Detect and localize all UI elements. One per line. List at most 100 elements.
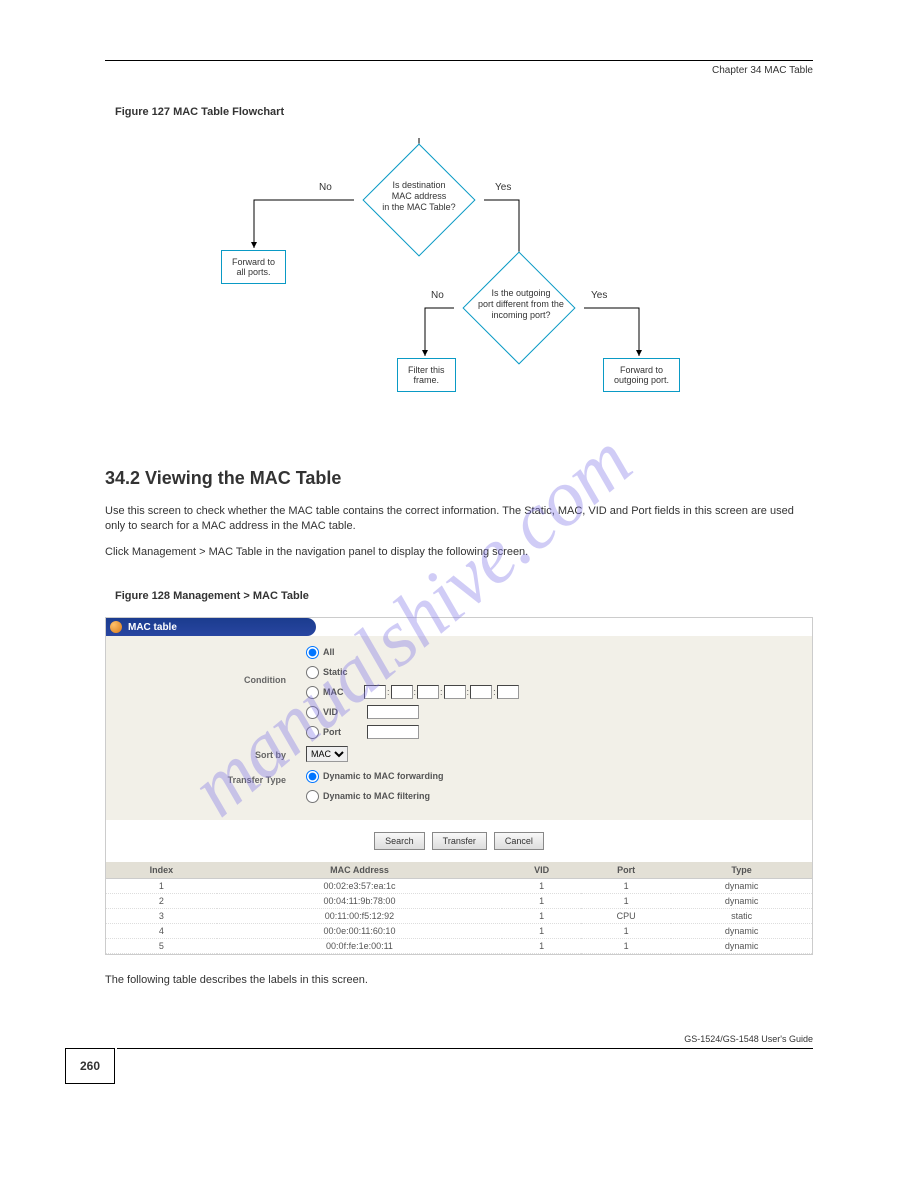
box-filter-text: Filter this frame.	[408, 365, 445, 385]
mac-table-screenshot: MAC table Condition All Static MAC :::::…	[105, 617, 813, 955]
mac-input-6[interactable]	[497, 685, 519, 699]
decision-1-label: Is destination MAC address in the MAC Ta…	[349, 180, 489, 212]
panel-title-bar: MAC table	[106, 618, 316, 636]
table-row: 200:04:11:9b:78:0011dynamic	[106, 894, 812, 909]
cell-port: 1	[581, 939, 671, 954]
yes-1-label: Yes	[495, 182, 511, 193]
radio-vid-label: VID	[323, 707, 363, 717]
flowchart: Is destination MAC address in the MAC Ta…	[199, 138, 719, 428]
mac-input-5[interactable]	[470, 685, 492, 699]
button-row: Search Transfer Cancel	[106, 832, 812, 850]
cell-mac: 00:11:00:f5:12:92	[217, 909, 502, 924]
following-text: The following table describes the labels…	[105, 973, 813, 988]
mac-input-2[interactable]	[391, 685, 413, 699]
body-para-2: Click Management > MAC Table in the navi…	[105, 545, 813, 560]
cell-type: dynamic	[671, 924, 812, 939]
radio-static[interactable]	[306, 666, 319, 679]
cell-index: 5	[106, 939, 217, 954]
cell-vid: 1	[502, 894, 581, 909]
table-row: 100:02:e3:57:ea:1c11dynamic	[106, 879, 812, 894]
cell-mac: 00:02:e3:57:ea:1c	[217, 879, 502, 894]
col-mac: MAC Address	[217, 862, 502, 879]
col-vid: VID	[502, 862, 581, 879]
row-transfer-type: Transfer Type Dynamic to MAC forwarding …	[106, 765, 812, 807]
cell-index: 2	[106, 894, 217, 909]
radio-all[interactable]	[306, 646, 319, 659]
opt-static[interactable]: Static	[306, 663, 812, 681]
mac-input-1[interactable]	[364, 685, 386, 699]
footer-text: GS-1524/GS-1548 User's Guide	[684, 1034, 813, 1044]
opt-dyn-flt[interactable]: Dynamic to MAC filtering	[306, 787, 812, 805]
cancel-button[interactable]: Cancel	[494, 832, 544, 850]
port-input[interactable]	[367, 725, 419, 739]
row-condition: Condition All Static MAC ::::: VID Port	[106, 641, 812, 743]
cell-port: 1	[581, 879, 671, 894]
table-header-row: Index MAC Address VID Port Type	[106, 862, 812, 879]
decision-2-label: Is the outgoing port different from the …	[451, 288, 591, 320]
cell-port: 1	[581, 924, 671, 939]
col-type: Type	[671, 862, 812, 879]
row-sortby: Sort by MAC	[106, 746, 812, 762]
mac-table: Index MAC Address VID Port Type 100:02:e…	[106, 862, 812, 954]
cell-index: 1	[106, 879, 217, 894]
cell-port: 1	[581, 894, 671, 909]
yes-2-label: Yes	[591, 290, 607, 301]
transfer-button[interactable]: Transfer	[432, 832, 487, 850]
config-area: Condition All Static MAC ::::: VID Port …	[106, 636, 812, 820]
cell-mac: 00:0e:00:11:60:10	[217, 924, 502, 939]
body-para-1: Use this screen to check whether the MAC…	[105, 504, 813, 535]
box-forward-out: Forward to outgoing port.	[603, 358, 680, 392]
opt-vid[interactable]: VID	[306, 703, 812, 721]
document-page: manualshive.com Chapter 34 MAC Table Fig…	[0, 60, 918, 1084]
panel-bullet-icon	[110, 621, 122, 633]
cell-mac: 00:0f:fe:1e:00:11	[217, 939, 502, 954]
vid-input[interactable]	[367, 705, 419, 719]
cell-type: static	[671, 909, 812, 924]
cell-port: CPU	[581, 909, 671, 924]
cell-type: dynamic	[671, 879, 812, 894]
cell-type: dynamic	[671, 939, 812, 954]
box-forward-out-text: Forward to outgoing port.	[614, 365, 669, 385]
radio-all-label: All	[323, 647, 363, 657]
opt-dyn-fwd[interactable]: Dynamic to MAC forwarding	[306, 767, 812, 785]
box-filter: Filter this frame.	[397, 358, 456, 392]
panel-title: MAC table	[128, 622, 177, 633]
header-rule	[105, 60, 813, 61]
radio-static-label: Static	[323, 667, 363, 677]
label-condition: Condition	[106, 641, 306, 685]
footer: 260 GS-1524/GS-1548 User's Guide	[105, 1048, 813, 1084]
radio-mac[interactable]	[306, 686, 319, 699]
figure-caption-1: Figure 127 MAC Table Flowchart	[115, 106, 918, 118]
no-1-label: No	[319, 182, 332, 193]
figure-caption-2: Figure 128 Management > MAC Table	[115, 590, 918, 602]
radio-dyn-flt-label: Dynamic to MAC filtering	[323, 791, 430, 801]
page-number: 260	[65, 1048, 115, 1084]
label-sortby: Sort by	[106, 746, 306, 760]
radio-dyn-fwd[interactable]	[306, 770, 319, 783]
cell-mac: 00:04:11:9b:78:00	[217, 894, 502, 909]
cell-vid: 1	[502, 924, 581, 939]
no-2-label: No	[431, 290, 444, 301]
cell-type: dynamic	[671, 894, 812, 909]
opt-all[interactable]: All	[306, 643, 812, 661]
sortby-select[interactable]: MAC	[306, 746, 348, 762]
table-row: 500:0f:fe:1e:00:1111dynamic	[106, 939, 812, 954]
col-port: Port	[581, 862, 671, 879]
section-heading: 34.2 Viewing the MAC Table	[105, 468, 918, 489]
decision-2-text: Is the outgoing port different from the …	[478, 288, 564, 320]
radio-port[interactable]	[306, 726, 319, 739]
opt-port[interactable]: Port	[306, 723, 812, 741]
cell-vid: 1	[502, 939, 581, 954]
table-row: 300:11:00:f5:12:921CPUstatic	[106, 909, 812, 924]
opt-mac[interactable]: MAC :::::	[306, 683, 812, 701]
mac-input-3[interactable]	[417, 685, 439, 699]
box-forward-all: Forward to all ports.	[221, 250, 286, 284]
radio-port-label: Port	[323, 727, 363, 737]
col-index: Index	[106, 862, 217, 879]
search-button[interactable]: Search	[374, 832, 425, 850]
radio-dyn-flt[interactable]	[306, 790, 319, 803]
mac-input-4[interactable]	[444, 685, 466, 699]
radio-vid[interactable]	[306, 706, 319, 719]
decision-1-text: Is destination MAC address in the MAC Ta…	[382, 180, 455, 212]
label-transfer-type: Transfer Type	[106, 765, 306, 785]
